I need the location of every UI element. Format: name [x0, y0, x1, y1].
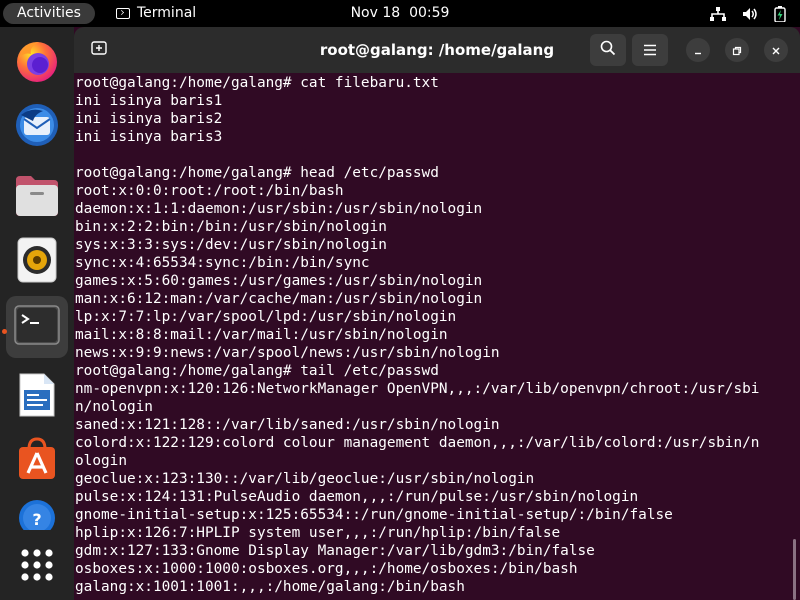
- minimize-button[interactable]: [686, 38, 710, 62]
- dock-item-files[interactable]: [6, 167, 68, 229]
- terminal-line: daemon:x:1:1:daemon:/usr/sbin:/usr/sbin/…: [75, 201, 483, 217]
- maximize-button[interactable]: [725, 38, 749, 62]
- menu-button[interactable]: [632, 34, 668, 66]
- dock-item-terminal[interactable]: [6, 296, 68, 358]
- terminal-line: gdm:x:127:133:Gnome Display Manager:/var…: [75, 543, 595, 559]
- clock-button[interactable]: Nov 18 00:59: [351, 5, 450, 21]
- app-menu-label: Terminal: [137, 5, 197, 21]
- dock: ?: [0, 27, 74, 600]
- software-icon: [17, 437, 57, 485]
- svg-text:?: ?: [32, 510, 41, 529]
- terminal-line: nm-openvpn:x:120:126:NetworkManager Open…: [75, 381, 760, 397]
- activities-button[interactable]: Activities: [3, 3, 95, 24]
- app-grid-icon: [20, 548, 54, 586]
- dock-item-help[interactable]: ?: [6, 494, 68, 534]
- dock-item-thunderbird[interactable]: [6, 96, 68, 158]
- terminal-line: colord:x:122:129:colord colour managemen…: [75, 435, 760, 451]
- close-icon: [771, 41, 781, 60]
- time-label: 00:59: [409, 5, 450, 21]
- volume-icon: [742, 7, 758, 21]
- terminal-line: root:x:0:0:root:/root:/bin/bash: [75, 183, 344, 199]
- running-indicator: [2, 329, 7, 334]
- help-icon: ?: [17, 496, 57, 534]
- terminal-line: pulse:x:124:131:PulseAudio daemon,,,:/ru…: [75, 489, 639, 505]
- terminal-line: n/nologin: [75, 399, 153, 415]
- search-button[interactable]: [590, 34, 626, 66]
- rhythmbox-icon: [17, 237, 57, 287]
- terminal-line: ini isinya baris2: [75, 111, 223, 127]
- close-button[interactable]: [764, 38, 788, 62]
- hamburger-icon: [643, 41, 657, 60]
- search-icon: [600, 40, 616, 60]
- terminal-line: root@galang:/home/galang# head /etc/pass…: [75, 165, 439, 181]
- new-tab-button[interactable]: [82, 35, 116, 65]
- terminal-line: osboxes:x:1000:1000:osboxes.org,,,:/home…: [75, 561, 578, 577]
- terminal-icon: [14, 305, 60, 349]
- files-icon: [14, 174, 60, 222]
- terminal-line: man:x:6:12:man:/var/cache/man:/usr/sbin/…: [75, 291, 483, 307]
- battery-icon: [774, 5, 786, 22]
- minimize-icon: [693, 41, 703, 60]
- new-tab-icon: [91, 40, 107, 60]
- terminal-line: saned:x:121:128::/var/lib/saned:/usr/sbi…: [75, 417, 500, 433]
- date-label: Nov 18: [350, 5, 401, 21]
- dock-item-firefox[interactable]: [6, 32, 68, 94]
- scrollbar[interactable]: [793, 539, 796, 600]
- writer-icon: [18, 372, 56, 422]
- terminal-line: games:x:5:60:games:/usr/games:/usr/sbin/…: [75, 273, 483, 289]
- dock-item-software[interactable]: [6, 430, 68, 492]
- app-menu[interactable]: Terminal: [116, 0, 196, 27]
- terminal-app-icon: [116, 8, 130, 19]
- system-tray[interactable]: [710, 0, 786, 27]
- dock-item-rhythmbox[interactable]: [6, 231, 68, 293]
- terminal-line: mail:x:8:8:mail:/var/mail:/usr/sbin/nolo…: [75, 327, 448, 343]
- terminal-line: ini isinya baris3: [75, 129, 223, 145]
- firefox-icon: [13, 37, 61, 89]
- terminal-line: ini isinya baris1: [75, 93, 223, 109]
- terminal-line: sys:x:3:3:sys:/dev:/usr/sbin/nologin: [75, 237, 387, 253]
- dock-item-writer[interactable]: [6, 366, 68, 428]
- terminal-line: geoclue:x:123:130::/var/lib/geoclue:/usr…: [75, 471, 535, 487]
- terminal-line: gnome-initial-setup:x:125:65534::/run/gn…: [75, 507, 673, 523]
- dock-item-show-apps[interactable]: [6, 536, 68, 598]
- restore-icon: [732, 41, 742, 60]
- terminal-line: root@galang:/home/galang# tail /etc/pass…: [75, 363, 439, 379]
- terminal-line: news:x:9:9:news:/var/spool/news:/usr/sbi…: [75, 345, 500, 361]
- terminal-line: root@galang:/home/galang# cat filebaru.t…: [75, 75, 439, 91]
- terminal-line: sync:x:4:65534:sync:/bin:/bin/sync: [75, 255, 370, 271]
- terminal-output[interactable]: root@galang:/home/galang# cat filebaru.t…: [74, 73, 800, 600]
- terminal-window: root@galang: /home/galang root@galang:/h…: [74, 27, 800, 600]
- thunderbird-icon: [13, 101, 61, 153]
- top-bar: Activities Terminal Nov 18 00:59: [0, 0, 800, 27]
- network-icon: [710, 6, 726, 21]
- terminal-line: bin:x:2:2:bin:/bin:/usr/sbin/nologin: [75, 219, 387, 235]
- terminal-line: hplip:x:126:7:HPLIP system user,,,:/run/…: [75, 525, 561, 541]
- terminal-line: galang:x:1001:1001:,,,:/home/galang:/bin…: [75, 579, 465, 595]
- header-bar: root@galang: /home/galang: [74, 27, 800, 73]
- terminal-line: lp:x:7:7:lp:/var/spool/lpd:/usr/sbin/nol…: [75, 309, 457, 325]
- terminal-line: ologin: [75, 453, 127, 469]
